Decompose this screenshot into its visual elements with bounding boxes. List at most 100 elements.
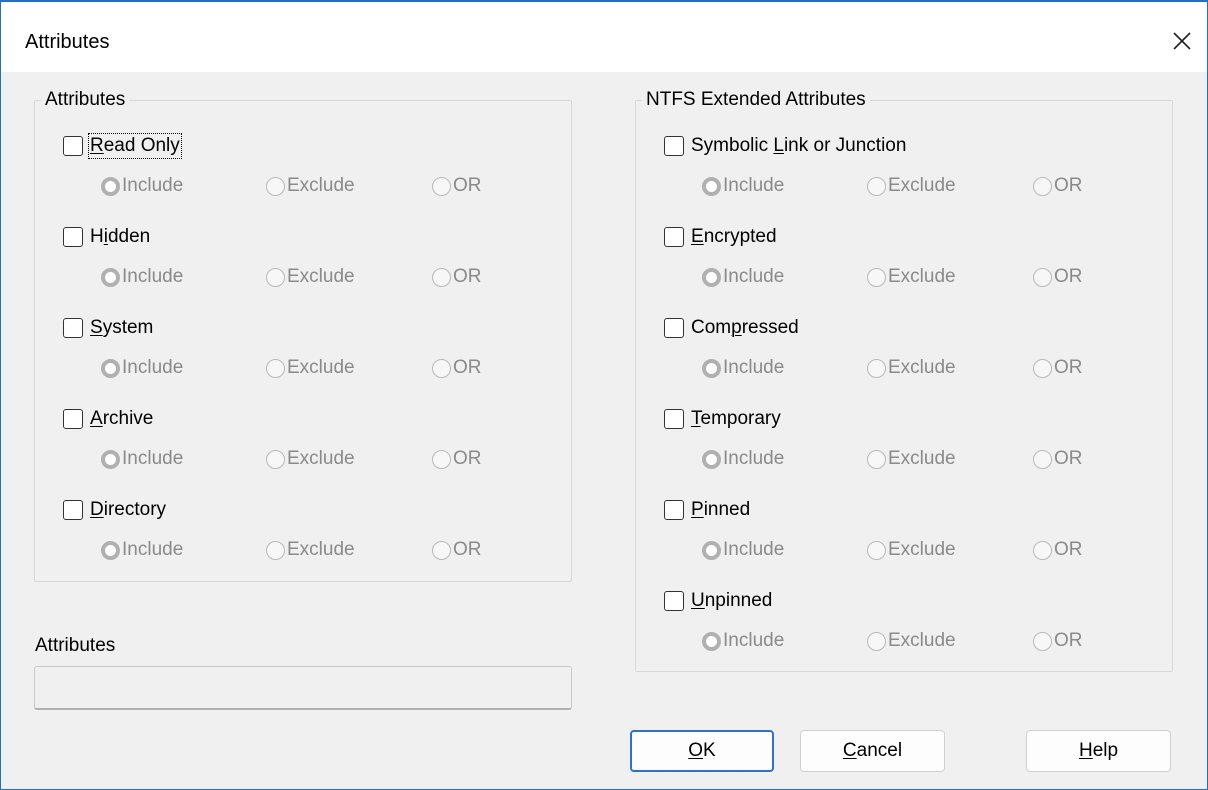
radio-circle[interactable]	[432, 358, 451, 378]
radio-system-include[interactable]: Include	[101, 357, 183, 379]
radio-circle[interactable]	[101, 540, 120, 560]
checkbox-hidden[interactable]: Hidden	[63, 224, 150, 250]
checkbox-label-compressed[interactable]: Compressed	[691, 317, 799, 339]
checkbox-label-system[interactable]: System	[90, 317, 153, 339]
checkbox-box[interactable]	[664, 318, 684, 338]
radio-circle[interactable]	[702, 540, 721, 560]
radio-unpinned-exclude[interactable]: Exclude	[867, 630, 956, 652]
radio-encrypted-exclude[interactable]: Exclude	[867, 266, 956, 288]
checkbox-label-temporary[interactable]: Temporary	[691, 408, 781, 430]
radio-temporary-exclude[interactable]: Exclude	[867, 448, 956, 470]
checkbox-label-hidden[interactable]: Hidden	[90, 226, 150, 248]
radio-pinned-include[interactable]: Include	[702, 539, 784, 561]
radio-circle[interactable]	[266, 449, 285, 469]
checkbox-label-unpinned[interactable]: Unpinned	[691, 590, 772, 612]
radio-read-only-or[interactable]: OR	[432, 175, 482, 197]
radio-symbolic-link-or-junction-exclude[interactable]: Exclude	[867, 175, 956, 197]
checkbox-read-only[interactable]: Read Only	[63, 133, 182, 159]
checkbox-box[interactable]	[63, 136, 83, 156]
radio-system-or[interactable]: OR	[432, 357, 482, 379]
checkbox-pinned[interactable]: Pinned	[664, 497, 750, 523]
radio-circle[interactable]	[1033, 267, 1052, 287]
radio-encrypted-or[interactable]: OR	[1033, 266, 1083, 288]
radio-circle[interactable]	[867, 540, 886, 560]
radio-compressed-include[interactable]: Include	[702, 357, 784, 379]
radio-pinned-exclude[interactable]: Exclude	[867, 539, 956, 561]
checkbox-box[interactable]	[664, 136, 684, 156]
radio-read-only-exclude[interactable]: Exclude	[266, 175, 355, 197]
close-button[interactable]	[1167, 26, 1197, 56]
radio-circle[interactable]	[702, 449, 721, 469]
radio-unpinned-include[interactable]: Include	[702, 630, 784, 652]
radio-circle[interactable]	[101, 267, 120, 287]
radio-circle[interactable]	[867, 449, 886, 469]
radio-compressed-exclude[interactable]: Exclude	[867, 357, 956, 379]
checkbox-unpinned[interactable]: Unpinned	[664, 588, 772, 614]
radio-symbolic-link-or-junction-include[interactable]: Include	[702, 175, 784, 197]
radio-circle[interactable]	[867, 631, 886, 651]
radio-read-only-include[interactable]: Include	[101, 175, 183, 197]
checkbox-archive[interactable]: Archive	[63, 406, 153, 432]
radio-circle[interactable]	[702, 631, 721, 651]
radio-hidden-or[interactable]: OR	[432, 266, 482, 288]
ok-button[interactable]: OK	[630, 730, 774, 772]
checkbox-label-encrypted[interactable]: Encrypted	[691, 226, 777, 248]
radio-circle[interactable]	[101, 358, 120, 378]
checkbox-compressed[interactable]: Compressed	[664, 315, 799, 341]
radio-circle[interactable]	[1033, 176, 1052, 196]
checkbox-encrypted[interactable]: Encrypted	[664, 224, 777, 250]
radio-circle[interactable]	[1033, 449, 1052, 469]
radio-circle[interactable]	[702, 358, 721, 378]
radio-symbolic-link-or-junction-or[interactable]: OR	[1033, 175, 1083, 197]
radio-circle[interactable]	[266, 358, 285, 378]
checkbox-symbolic-link-or-junction[interactable]: Symbolic Link or Junction	[664, 133, 906, 159]
radio-circle[interactable]	[702, 267, 721, 287]
cancel-button[interactable]: Cancel	[800, 730, 945, 772]
radio-circle[interactable]	[867, 267, 886, 287]
checkbox-box[interactable]	[63, 318, 83, 338]
radio-system-exclude[interactable]: Exclude	[266, 357, 355, 379]
checkbox-box[interactable]	[664, 409, 684, 429]
checkbox-label-archive[interactable]: Archive	[90, 408, 153, 430]
radio-circle[interactable]	[1033, 540, 1052, 560]
radio-hidden-exclude[interactable]: Exclude	[266, 266, 355, 288]
checkbox-label-directory[interactable]: Directory	[90, 499, 166, 521]
radio-archive-include[interactable]: Include	[101, 448, 183, 470]
radio-circle[interactable]	[432, 540, 451, 560]
radio-circle[interactable]	[867, 176, 886, 196]
radio-compressed-or[interactable]: OR	[1033, 357, 1083, 379]
checkbox-label-read-only[interactable]: Read Only	[88, 133, 182, 159]
checkbox-system[interactable]: System	[63, 315, 153, 341]
radio-archive-exclude[interactable]: Exclude	[266, 448, 355, 470]
radio-circle[interactable]	[1033, 631, 1052, 651]
radio-temporary-or[interactable]: OR	[1033, 448, 1083, 470]
radio-circle[interactable]	[867, 358, 886, 378]
radio-encrypted-include[interactable]: Include	[702, 266, 784, 288]
radio-temporary-include[interactable]: Include	[702, 448, 784, 470]
checkbox-directory[interactable]: Directory	[63, 497, 166, 523]
radio-circle[interactable]	[101, 449, 120, 469]
radio-circle[interactable]	[1033, 358, 1052, 378]
radio-unpinned-or[interactable]: OR	[1033, 630, 1083, 652]
radio-circle[interactable]	[432, 449, 451, 469]
checkbox-box[interactable]	[664, 227, 684, 247]
radio-circle[interactable]	[702, 176, 721, 196]
help-button[interactable]: Help	[1026, 730, 1171, 772]
radio-circle[interactable]	[432, 267, 451, 287]
radio-circle[interactable]	[266, 176, 285, 196]
checkbox-box[interactable]	[664, 591, 684, 611]
radio-archive-or[interactable]: OR	[432, 448, 482, 470]
radio-circle[interactable]	[432, 176, 451, 196]
checkbox-label-symbolic-link-or-junction[interactable]: Symbolic Link or Junction	[691, 135, 906, 157]
radio-directory-or[interactable]: OR	[432, 539, 482, 561]
radio-directory-include[interactable]: Include	[101, 539, 183, 561]
radio-circle[interactable]	[266, 267, 285, 287]
checkbox-temporary[interactable]: Temporary	[664, 406, 781, 432]
checkbox-box[interactable]	[63, 227, 83, 247]
radio-directory-exclude[interactable]: Exclude	[266, 539, 355, 561]
checkbox-box[interactable]	[63, 409, 83, 429]
checkbox-box[interactable]	[63, 500, 83, 520]
checkbox-box[interactable]	[664, 500, 684, 520]
checkbox-label-pinned[interactable]: Pinned	[691, 499, 750, 521]
radio-hidden-include[interactable]: Include	[101, 266, 183, 288]
